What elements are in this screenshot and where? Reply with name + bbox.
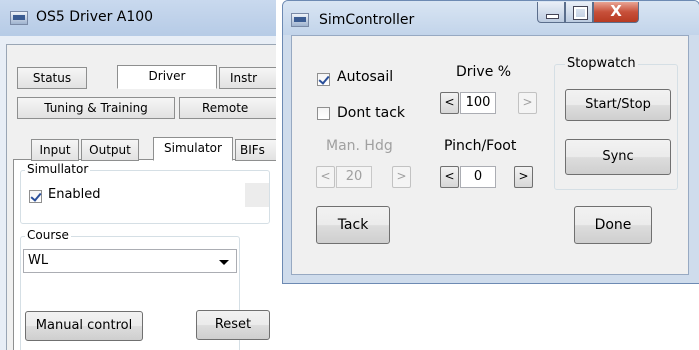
tab-instr[interactable]: Instr (219, 67, 276, 89)
color-swatch (245, 183, 269, 207)
drive-label: Drive % (456, 64, 512, 80)
stopwatch-group: Stopwatch Start/Stop Sync (554, 56, 678, 190)
sim-controller-window: SimController X Autosail Dont tack Drive… (282, 0, 699, 284)
course-dropdown-value: WL (28, 253, 49, 268)
pinch-foot-label: Pinch/Foot (444, 138, 517, 154)
course-group-label: Course (25, 228, 71, 242)
manual-control-button[interactable]: Manual control (25, 311, 143, 341)
simulator-tab-panel: Simullator Enabled Course WL Manual cont… (13, 159, 276, 350)
sim-controller-titlebar[interactable]: SimController X (283, 1, 699, 35)
start-stop-button[interactable]: Start/Stop (565, 89, 671, 121)
app-icon (291, 13, 309, 27)
tab-driver[interactable]: Driver (117, 65, 217, 89)
minimize-button[interactable] (537, 2, 565, 23)
tab-input[interactable]: Input (31, 139, 79, 161)
tab-output[interactable]: Output (81, 139, 139, 161)
tack-button[interactable]: Tack (316, 206, 390, 244)
simulator-group-label: Simullator (25, 162, 91, 176)
tab-simulator[interactable]: Simulator (153, 137, 233, 161)
drive-value[interactable]: 100 (460, 92, 496, 114)
done-button[interactable]: Done (574, 206, 652, 244)
pinch-value[interactable]: 0 (460, 166, 496, 188)
autosail-label: Autosail (337, 69, 394, 85)
chevron-down-icon (219, 260, 229, 265)
tab-status[interactable]: Status (17, 67, 87, 89)
man-hdg-value[interactable]: 20 (336, 166, 372, 188)
pinch-increase-button[interactable]: > (514, 166, 533, 188)
sim-controller-body: Autosail Dont tack Drive % < 100 > Man. … (291, 35, 689, 275)
driver-window-titlebar[interactable]: OS5 Driver A100 (0, 0, 276, 36)
driver-window-title: OS5 Driver A100 (36, 9, 154, 25)
app-icon (10, 11, 28, 25)
tab-tuning-training[interactable]: Tuning & Training (17, 97, 175, 119)
course-dropdown[interactable]: WL (23, 249, 237, 273)
drive-increase-button[interactable]: > (518, 92, 537, 114)
man-hdg-increase-button[interactable]: > (392, 166, 411, 188)
close-button[interactable]: X (593, 2, 639, 23)
driver-window: OS5 Driver A100 Status Driver Instr Tuni… (0, 0, 276, 350)
enabled-checkbox[interactable] (29, 190, 42, 203)
pinch-decrease-button[interactable]: < (440, 166, 459, 188)
man-hdg-decrease-button[interactable]: < (316, 166, 335, 188)
autosail-checkbox[interactable] (317, 73, 330, 86)
simulator-group: Simullator Enabled (20, 162, 270, 224)
sync-button[interactable]: Sync (565, 139, 671, 175)
dont-tack-checkbox[interactable] (317, 107, 330, 120)
driver-window-body: Status Driver Instr Tuning & Training Re… (6, 44, 276, 350)
close-icon: X (610, 2, 622, 20)
reset-button[interactable]: Reset (196, 310, 270, 340)
man-hdg-label: Man. Hdg (326, 138, 393, 154)
drive-decrease-button[interactable]: < (440, 92, 459, 114)
maximize-button[interactable] (565, 2, 593, 23)
stopwatch-label: Stopwatch (565, 56, 638, 71)
tab-remote[interactable]: Remote (179, 97, 276, 119)
enabled-label: Enabled (48, 187, 101, 202)
sim-controller-title: SimController (319, 12, 415, 28)
tab-bifs[interactable]: BIFs (235, 139, 276, 161)
dont-tack-label: Dont tack (337, 105, 406, 121)
